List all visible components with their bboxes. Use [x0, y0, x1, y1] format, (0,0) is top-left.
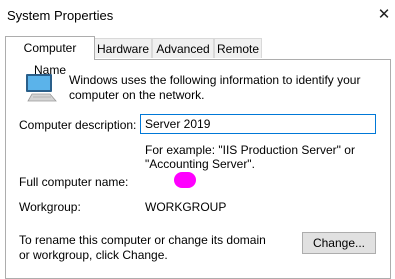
workgroup-value: WORKGROUP: [145, 200, 227, 214]
tab-computer-name[interactable]: Computer Name: [5, 36, 95, 77]
close-icon[interactable]: ✕: [373, 4, 395, 26]
description-label: Computer description:: [19, 118, 137, 132]
full-name-label: Full computer name:: [19, 175, 129, 189]
tab-remote[interactable]: Remote: [214, 38, 262, 58]
rename-text: To rename this computer or change its do…: [19, 233, 266, 262]
description-input[interactable]: [140, 114, 376, 134]
window-title: System Properties: [7, 8, 114, 23]
change-button[interactable]: Change...: [302, 232, 376, 254]
tab-hardware[interactable]: Hardware: [94, 38, 152, 58]
tab-advanced[interactable]: Advanced: [152, 38, 214, 58]
example-text: For example: "IIS Production Server" or …: [145, 143, 355, 171]
workgroup-label: Workgroup:: [19, 200, 81, 214]
info-text: Windows uses the following information t…: [69, 73, 361, 102]
title-bar: System Properties ✕: [0, 0, 395, 32]
redaction-mark: [174, 172, 196, 188]
